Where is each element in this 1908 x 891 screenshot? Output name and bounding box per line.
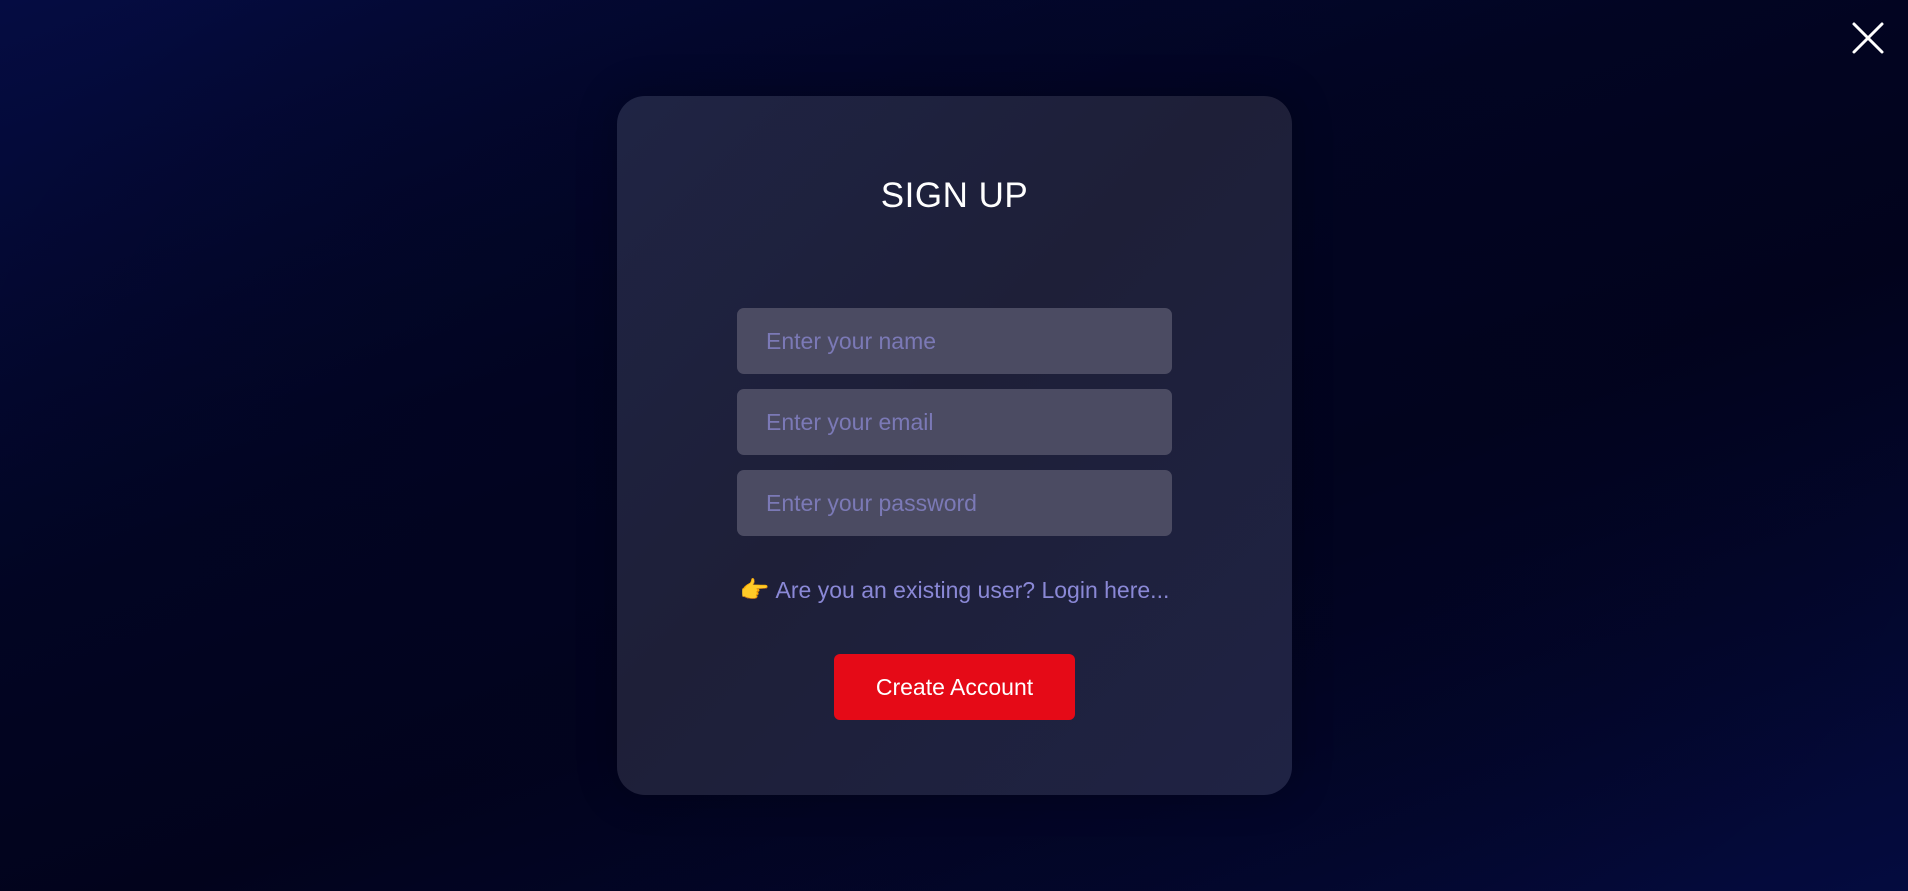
close-button[interactable] xyxy=(1850,20,1886,56)
page-title: SIGN UP xyxy=(880,176,1029,215)
close-icon xyxy=(1852,22,1884,54)
pointing-hand-icon: 👉 xyxy=(739,577,770,604)
login-link[interactable]: 👉 Are you an existing user? Login here... xyxy=(617,576,1292,605)
create-account-button[interactable]: Create Account xyxy=(834,654,1075,720)
signup-card: SIGN UP 👉Are you an existing user? Login… xyxy=(617,96,1292,795)
login-link-label: Are you an existing user? Login here... xyxy=(775,577,1170,603)
email-input[interactable] xyxy=(737,389,1172,455)
name-input[interactable] xyxy=(737,308,1172,374)
password-input[interactable] xyxy=(737,470,1172,536)
